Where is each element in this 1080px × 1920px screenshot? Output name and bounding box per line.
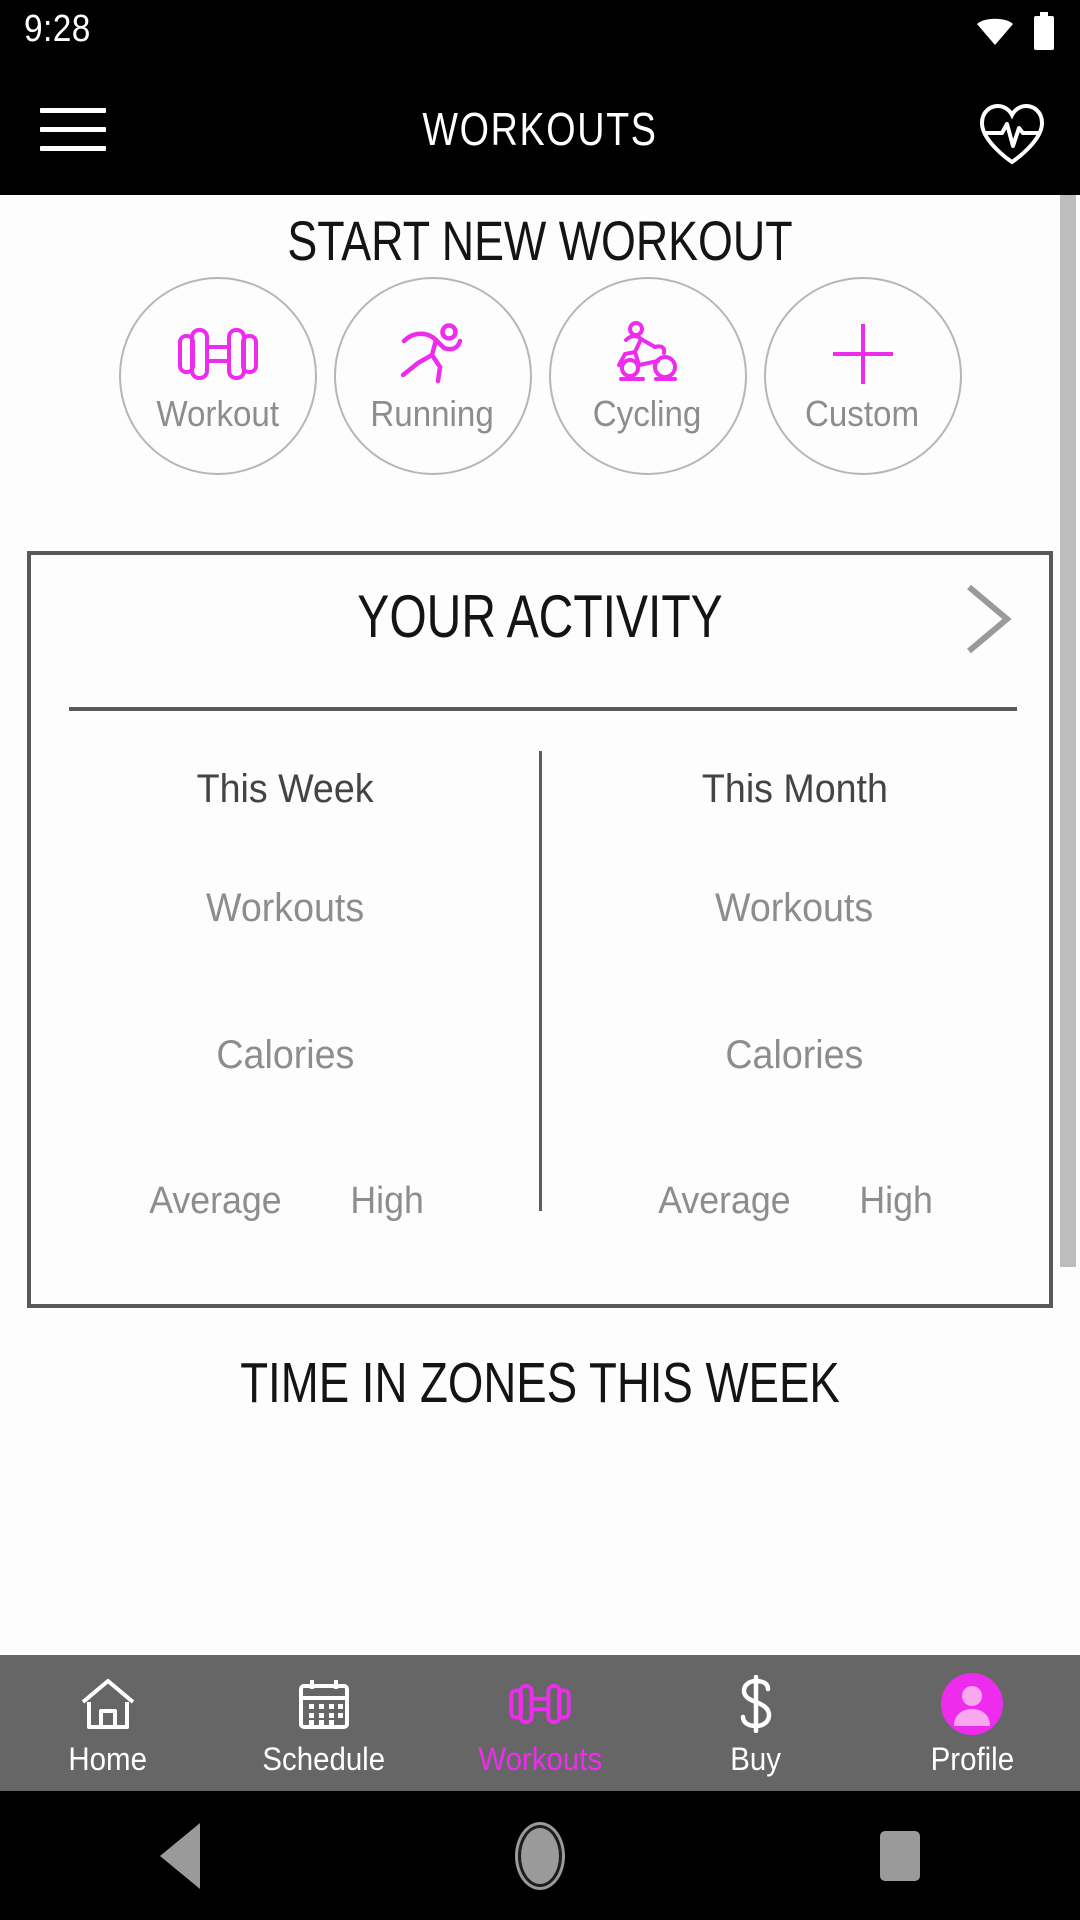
workout-type-label: Workout (156, 393, 279, 434)
your-activity-card[interactable]: YOUR ACTIVITY This Week Workouts Calorie… (27, 551, 1053, 1308)
activity-calories-label: Calories (725, 1033, 864, 1077)
activity-divider (69, 707, 1017, 711)
activity-hr-high-label: High (350, 1180, 424, 1222)
your-activity-title: YOUR ACTIVITY (357, 583, 723, 650)
workout-type-custom[interactable]: Custom (763, 277, 962, 475)
bottom-navigation-bar: Home Schedule Workouts Buy Profile (0, 1655, 1080, 1791)
status-icon-group (974, 12, 1056, 50)
nav-label: Home (68, 1740, 148, 1777)
activity-hr-average-label: Average (149, 1180, 282, 1222)
nav-label: Schedule (262, 1740, 386, 1777)
back-triangle-icon[interactable] (120, 1806, 240, 1906)
activity-hr-average-label: Average (658, 1180, 791, 1222)
nav-item-workouts[interactable]: Workouts (432, 1655, 648, 1791)
app-bar: WORKOUTS (0, 62, 1080, 195)
activity-stats-body: This Week Workouts Calories Average High… (31, 727, 1049, 1304)
workout-type-label: Running (370, 393, 495, 434)
hamburger-menu-icon[interactable] (40, 108, 106, 152)
status-bar: 9:28 (0, 0, 1080, 62)
status-clock: 9:28 (24, 8, 91, 50)
nav-label: Buy (730, 1740, 782, 1777)
activity-hr-row: Average High (654, 1180, 935, 1223)
workout-type-label: Custom (805, 393, 920, 434)
nav-item-schedule[interactable]: Schedule (216, 1655, 432, 1791)
activity-hr-high-label: High (859, 1180, 933, 1222)
dumbbell-icon (509, 1675, 571, 1733)
activity-period-label: This Month (701, 767, 888, 811)
activity-workouts-label: Workouts (715, 886, 874, 930)
hamburger-line (40, 108, 106, 113)
nav-item-home[interactable]: Home (0, 1655, 216, 1791)
workout-type-running[interactable]: Running (333, 277, 532, 475)
page-title: WORKOUTS (422, 103, 658, 155)
android-system-nav (0, 1791, 1080, 1920)
avatar-icon (941, 1672, 1003, 1735)
heart-rate-icon[interactable] (976, 102, 1048, 166)
chevron-right-icon[interactable] (957, 579, 1019, 659)
phone-screen: 9:28 WORKOUTS START NEW WORKOUT Workout … (0, 0, 1080, 1920)
recents-square-icon[interactable] (840, 1806, 960, 1906)
scrollbar-thumb[interactable] (1060, 195, 1076, 1267)
workout-type-label: Cycling (593, 393, 702, 434)
wifi-icon (977, 18, 1013, 45)
hamburger-line (40, 146, 106, 151)
nav-item-buy[interactable]: Buy (648, 1655, 864, 1791)
cyclist-icon (613, 317, 683, 391)
time-in-zones-title: TIME IN ZONES THIS WEEK (240, 1351, 840, 1415)
calendar-icon (298, 1675, 350, 1733)
workout-type-workout[interactable]: Workout (118, 277, 317, 475)
workout-type-row: Workout Running Cycling Custom (0, 258, 1080, 494)
home-icon (80, 1675, 136, 1733)
main-content: START NEW WORKOUT Workout Running Cyclin… (0, 195, 1080, 1655)
dollar-icon (735, 1674, 777, 1733)
activity-column-this-week: This Week Workouts Calories Average High (31, 727, 540, 1304)
dumbbell-icon (177, 317, 259, 391)
activity-period-label: This Week (197, 767, 374, 811)
activity-hr-row: Average High (145, 1180, 426, 1223)
nav-item-profile[interactable]: Profile (864, 1655, 1080, 1791)
your-activity-header: YOUR ACTIVITY (31, 555, 1049, 678)
activity-calories-label: Calories (216, 1033, 355, 1077)
activity-column-this-month: This Month Workouts Calories Average Hig… (540, 727, 1049, 1304)
running-person-icon (400, 317, 466, 391)
nav-label: Profile (930, 1740, 1014, 1777)
plus-icon (829, 317, 897, 391)
nav-label: Workouts (478, 1740, 602, 1777)
workout-type-cycling[interactable]: Cycling (548, 277, 747, 475)
home-circle-icon[interactable] (480, 1806, 600, 1906)
battery-icon (1034, 12, 1054, 50)
hamburger-line (40, 127, 106, 132)
activity-workouts-label: Workouts (206, 886, 365, 930)
